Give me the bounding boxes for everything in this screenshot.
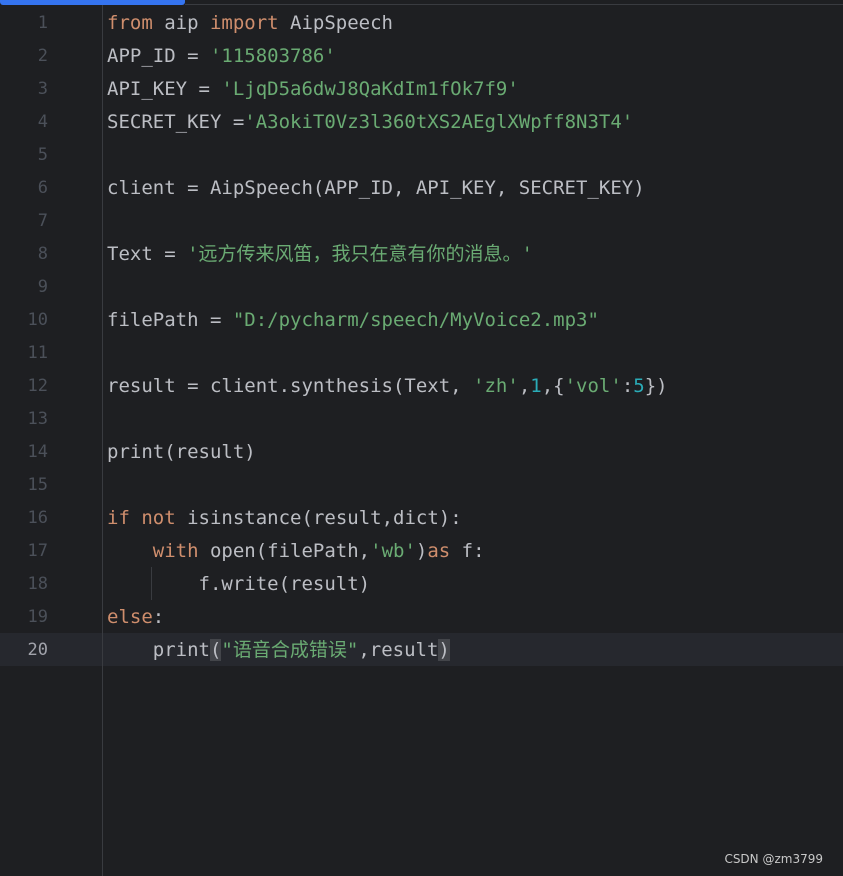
watermark: CSDN @zm3799 [724, 852, 823, 866]
line-number: 6 [37, 178, 48, 198]
string-literal: 'zh' [473, 375, 519, 397]
code-text: }) [644, 375, 668, 397]
code-text: f.write(result) [198, 573, 371, 595]
code-line[interactable]: from aip import AipSpeech [107, 7, 843, 40]
code-line-current[interactable]: print("语音合成错误",result) [107, 634, 843, 667]
code-text: APP_ID = [107, 45, 210, 67]
string-literal: 'A3okiT0Vz3l360tXS2AEglXWpff8N3T4' [244, 111, 634, 133]
keyword: else [107, 606, 153, 628]
line-number: 16 [27, 508, 48, 528]
string-literal: 'vol' [564, 375, 622, 397]
code-text: SECRET_KEY = [107, 111, 245, 133]
code-text: open(filePath, [198, 540, 371, 562]
code-area[interactable]: from aip import AipSpeech APP_ID = '1158… [107, 7, 843, 667]
code-line-empty[interactable] [107, 337, 843, 370]
code-line[interactable]: else: [107, 601, 843, 634]
line-number: 13 [27, 409, 48, 429]
keyword: import [209, 12, 279, 34]
matched-paren-close: ) [438, 639, 450, 661]
code-text: ,{ [541, 375, 565, 397]
code-text: result = client.synthesis(Text, [107, 375, 474, 397]
line-number: 15 [27, 475, 48, 495]
string-literal: 'wb' [370, 540, 416, 562]
line-number-gutter[interactable]: 1 2 3 4 5 6 7 8 9 10 11 12 13 14 15 16 1… [0, 7, 60, 667]
code-line-empty[interactable] [107, 469, 843, 502]
code-line-empty[interactable] [107, 139, 843, 172]
line-number: 4 [37, 112, 48, 132]
code-text: , [518, 375, 531, 397]
tab-bar-border [185, 4, 843, 5]
line-number: 3 [37, 79, 48, 99]
line-number: 7 [37, 211, 48, 231]
code-text: ,result [358, 639, 439, 661]
gutter-divider [102, 5, 103, 876]
code-text: f: [450, 540, 485, 562]
matched-paren-open: ( [209, 639, 222, 661]
code-line[interactable]: if not isinstance(result,dict): [107, 502, 843, 535]
code-line[interactable]: filePath = "D:/pycharm/speech/MyVoice2.m… [107, 304, 843, 337]
string-literal: '115803786' [209, 45, 336, 67]
string-literal: '远方传来风笛，我只在意有你的消息。' [187, 243, 533, 265]
code-text: AipSpeech [278, 12, 393, 34]
keyword: as [427, 540, 451, 562]
code-text: API_KEY = [107, 78, 222, 100]
line-number: 11 [27, 343, 48, 363]
code-text: Text = [107, 243, 188, 265]
code-text: : [621, 375, 634, 397]
string-literal: "D:/pycharm/speech/MyVoice2.mp3" [232, 309, 599, 331]
keyword: with [152, 540, 199, 562]
line-number: 17 [27, 541, 48, 561]
code-text: aip [152, 12, 210, 34]
code-line[interactable]: result = client.synthesis(Text, 'zh',1,{… [107, 370, 843, 403]
code-line[interactable]: client = AipSpeech(APP_ID, API_KEY, SECR… [107, 172, 843, 205]
line-number: 18 [27, 574, 48, 594]
code-text: print(result) [107, 441, 256, 463]
code-line[interactable]: print(result) [107, 436, 843, 469]
code-text: ) [415, 540, 428, 562]
tab-active-indicator [0, 0, 185, 5]
code-line[interactable]: Text = '远方传来风笛，我只在意有你的消息。' [107, 238, 843, 271]
code-line[interactable]: with open(filePath,'wb')as f: [107, 535, 843, 568]
string-literal: "语音合成错误" [221, 639, 359, 661]
line-number: 10 [27, 310, 48, 330]
keyword: not [141, 507, 176, 529]
line-number-active: 20 [27, 640, 48, 660]
keyword: from [107, 12, 153, 34]
line-number: 14 [27, 442, 48, 462]
number-literal: 1 [530, 375, 542, 397]
code-editor[interactable]: 1 2 3 4 5 6 7 8 9 10 11 12 13 14 15 16 1… [0, 0, 843, 876]
code-line[interactable]: APP_ID = '115803786' [107, 40, 843, 73]
code-text: isinstance(result,dict): [175, 507, 462, 529]
code-line-empty[interactable] [107, 205, 843, 238]
code-line[interactable]: SECRET_KEY ='A3okiT0Vz3l360tXS2AEglXWpff… [107, 106, 843, 139]
code-line[interactable]: f.write(result) [107, 568, 843, 601]
line-number: 5 [37, 145, 48, 165]
code-line[interactable]: API_KEY = 'LjqD5a6dwJ8QaKdIm1fOk7f9' [107, 73, 843, 106]
line-number: 2 [37, 46, 48, 66]
line-number: 19 [27, 607, 48, 627]
code-text: print [152, 639, 210, 661]
string-literal: 'LjqD5a6dwJ8QaKdIm1fOk7f9' [221, 78, 519, 100]
line-number: 12 [27, 376, 48, 396]
line-number: 8 [37, 244, 48, 264]
code-line-empty[interactable] [107, 403, 843, 436]
code-text: filePath = [107, 309, 233, 331]
code-text: client = AipSpeech(APP_ID, API_KEY, SECR… [107, 177, 645, 199]
number-literal: 5 [633, 375, 645, 397]
line-number: 1 [37, 13, 48, 33]
keyword: if [107, 507, 130, 529]
code-text: : [152, 606, 165, 628]
line-number: 9 [37, 277, 48, 297]
code-line-empty[interactable] [107, 271, 843, 304]
